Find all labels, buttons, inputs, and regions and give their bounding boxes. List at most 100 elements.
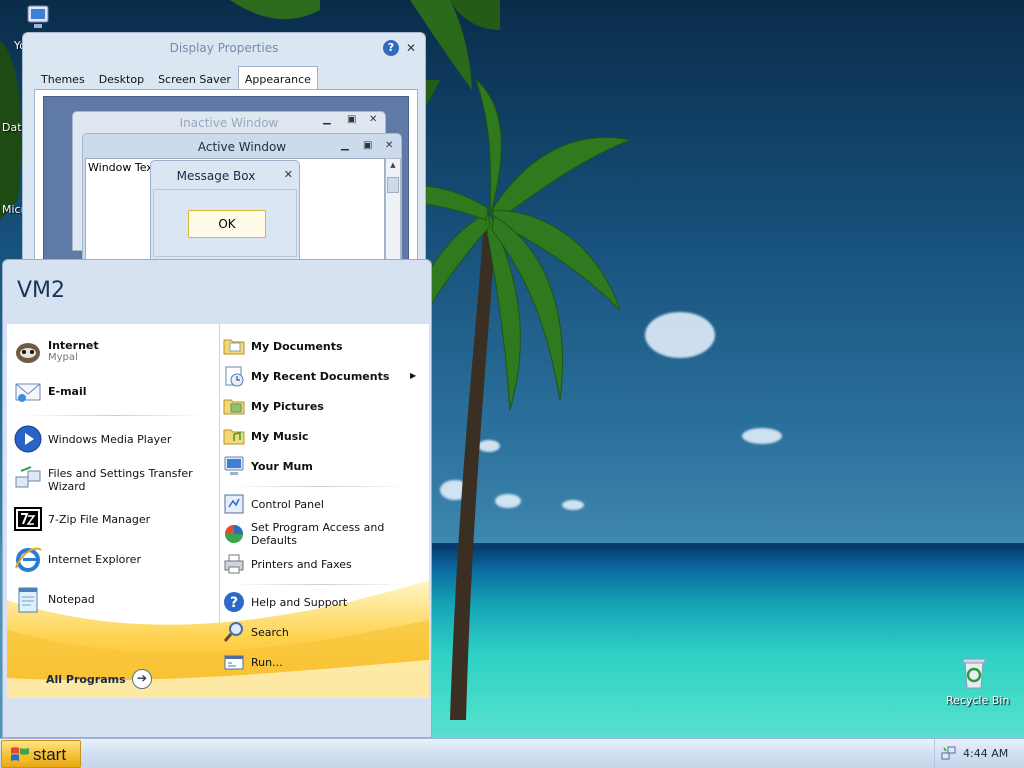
menu-item-my-music[interactable]: My Music [222, 424, 309, 448]
arrow-right-icon[interactable]: ➔ [132, 669, 152, 689]
menu-item-windows-media-player[interactable]: Windows Media Player [12, 423, 171, 455]
printer-icon [222, 552, 246, 576]
active-window-title: Active Window [197, 140, 287, 154]
menu-item-label: Help and Support [251, 595, 348, 609]
menu-item-label: Internet Explorer [48, 552, 141, 566]
menu-item-label: My Documents [251, 339, 343, 353]
menu-item-label: Your Mum [251, 459, 313, 473]
menu-item-my-recent-documents[interactable]: My Recent Documents [222, 364, 389, 388]
folder-pictures-icon [222, 394, 246, 418]
menu-item-label-line2: Defaults [251, 534, 297, 547]
tab-appearance[interactable]: Appearance [237, 66, 318, 90]
svg-text:?: ? [230, 595, 238, 611]
start-menu: VM2 [2, 259, 432, 738]
menu-item-label: Control Panel [251, 497, 324, 511]
run-icon [222, 650, 246, 674]
menu-item-my-pictures[interactable]: My Pictures [222, 394, 324, 418]
menu-item-label: Printers and Faxes [251, 557, 352, 571]
windows-logo-icon [11, 747, 29, 762]
computer-icon [222, 454, 246, 478]
internet-explorer-icon [12, 543, 44, 575]
menu-item-label: Search [251, 625, 289, 639]
separator [24, 415, 204, 416]
separator [230, 486, 410, 487]
menu-item-label: Run... [251, 655, 283, 669]
scroll-thumb [387, 177, 399, 193]
clock[interactable]: 4:44 AM [963, 747, 1008, 760]
menu-item-7zip[interactable]: 7-Zip File Manager [12, 503, 150, 535]
mypal-icon [12, 335, 44, 367]
start-button[interactable]: start [1, 740, 81, 768]
menu-item-internet[interactable]: Internet Mypal [12, 335, 99, 367]
search-icon [222, 620, 246, 644]
cloud [645, 312, 715, 358]
menu-item-label: My Pictures [251, 399, 324, 413]
inactive-window-title: Inactive Window [179, 116, 279, 130]
menu-item-label-line2: Wizard [48, 480, 86, 493]
menu-item-label: My Music [251, 429, 309, 443]
separator [230, 584, 410, 585]
message-box-body: OK [153, 189, 297, 257]
menu-item-internet-explorer[interactable]: Internet Explorer [12, 543, 141, 575]
tab-themes[interactable]: Themes [34, 68, 92, 90]
program-access-icon [222, 522, 246, 546]
maximize-icon: ▣ [363, 140, 373, 151]
close-button[interactable]: ✕ [403, 40, 419, 56]
scroll-up-icon: ▲ [390, 161, 396, 169]
cloud [742, 428, 782, 444]
menu-item-label: E-mail [48, 384, 87, 398]
close-icon: ✕ [385, 140, 394, 151]
ok-button: OK [188, 210, 266, 238]
message-box-title: Message Box [176, 169, 256, 183]
recycle-bin-icon[interactable] [958, 656, 990, 690]
folder-documents-icon [222, 334, 246, 358]
help-button[interactable]: ? [383, 40, 399, 56]
desktop-icon-label[interactable]: Recycle Bin [946, 694, 1009, 707]
7zip-icon [12, 503, 44, 535]
tab-desktop[interactable]: Desktop [92, 68, 151, 90]
recent-documents-icon [222, 364, 246, 388]
menu-item-email[interactable]: E-mail [12, 375, 87, 407]
window-text: Window Text [88, 161, 158, 174]
submenu-arrow-icon: ▶ [410, 371, 417, 380]
control-panel-icon [222, 492, 246, 516]
notepad-icon [12, 583, 44, 615]
menu-item-files-settings-transfer[interactable]: Files and Settings Transfer Wizard [12, 464, 193, 496]
user-name: VM2 [17, 278, 66, 303]
taskbar: start 4:44 AM [0, 738, 1024, 768]
minimize-icon: ▁ [323, 114, 331, 125]
help-icon: ? [222, 590, 246, 614]
close-icon: ✕ [283, 168, 293, 181]
start-label: start [33, 745, 67, 764]
menu-item-label: My Recent Documents [251, 369, 390, 383]
menu-item-set-program-access[interactable]: Set Program Access and Defaults [222, 521, 384, 547]
email-icon [12, 375, 44, 407]
menu-item-help-support[interactable]: ? Help and Support [222, 590, 347, 614]
menu-item-label: Notepad [48, 592, 95, 606]
window-title: Display Properties [169, 41, 279, 55]
menu-item-label: Files and Settings Transfer [48, 467, 193, 480]
scrollbar: ▲ [385, 158, 401, 272]
menu-item-label: Internet [48, 339, 99, 352]
all-programs-button[interactable]: All Programs [46, 673, 126, 686]
network-icon[interactable] [941, 745, 957, 761]
menu-item-printers-faxes[interactable]: Printers and Faxes [222, 552, 352, 576]
minimize-icon: ▁ [341, 140, 349, 151]
tab-bar: Themes Desktop Screen Saver Appearance [34, 66, 318, 90]
menu-item-control-panel[interactable]: Control Panel [222, 492, 324, 516]
menu-item-label: Set Program Access and [251, 521, 385, 534]
message-box-preview: Message Box ✕ OK [150, 160, 300, 260]
folder-music-icon [222, 424, 246, 448]
transfer-wizard-icon [12, 464, 44, 496]
menu-item-my-documents[interactable]: My Documents [222, 334, 343, 358]
my-computer-icon[interactable] [22, 2, 54, 34]
menu-item-label: 7-Zip File Manager [48, 512, 151, 526]
menu-item-run[interactable]: Run... [222, 650, 283, 674]
maximize-icon: ▣ [347, 114, 357, 125]
menu-item-your-mum[interactable]: Your Mum [222, 454, 313, 478]
menu-item-search[interactable]: Search [222, 620, 289, 644]
media-player-icon [12, 423, 44, 455]
close-icon: ✕ [369, 114, 378, 125]
menu-item-notepad[interactable]: Notepad [12, 583, 95, 615]
tab-screen-saver[interactable]: Screen Saver [151, 68, 238, 90]
